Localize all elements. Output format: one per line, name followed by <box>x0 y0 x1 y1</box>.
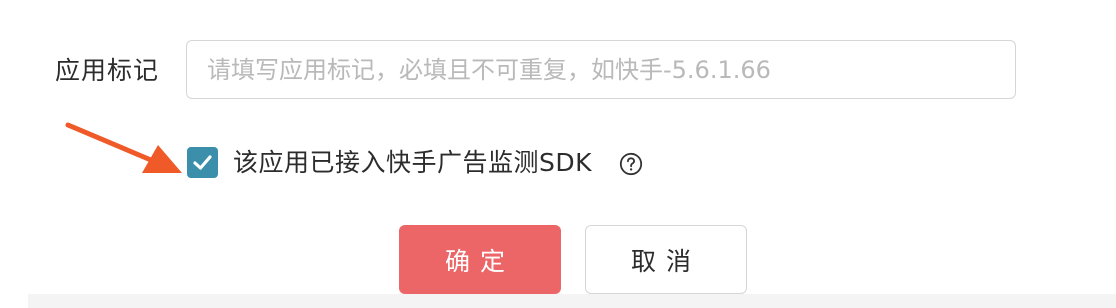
dialog-footer-shade <box>28 294 1116 308</box>
sdk-checkbox-label[interactable]: 该应用已接入快手广告监测SDK <box>233 146 592 180</box>
sdk-checkbox[interactable] <box>187 147 218 178</box>
app-tag-label: 应用标记 <box>55 56 160 85</box>
check-icon <box>193 155 212 170</box>
app-tag-form: 应用标记 该应用已接入快手广告监测SDK 确定 取消 <box>0 0 1116 308</box>
confirm-button[interactable]: 确定 <box>399 225 561 294</box>
arrow-annotation-icon <box>65 122 182 173</box>
cancel-button[interactable]: 取消 <box>585 225 747 294</box>
app-tag-input[interactable] <box>186 40 1016 99</box>
question-circle-icon[interactable] <box>619 152 643 176</box>
